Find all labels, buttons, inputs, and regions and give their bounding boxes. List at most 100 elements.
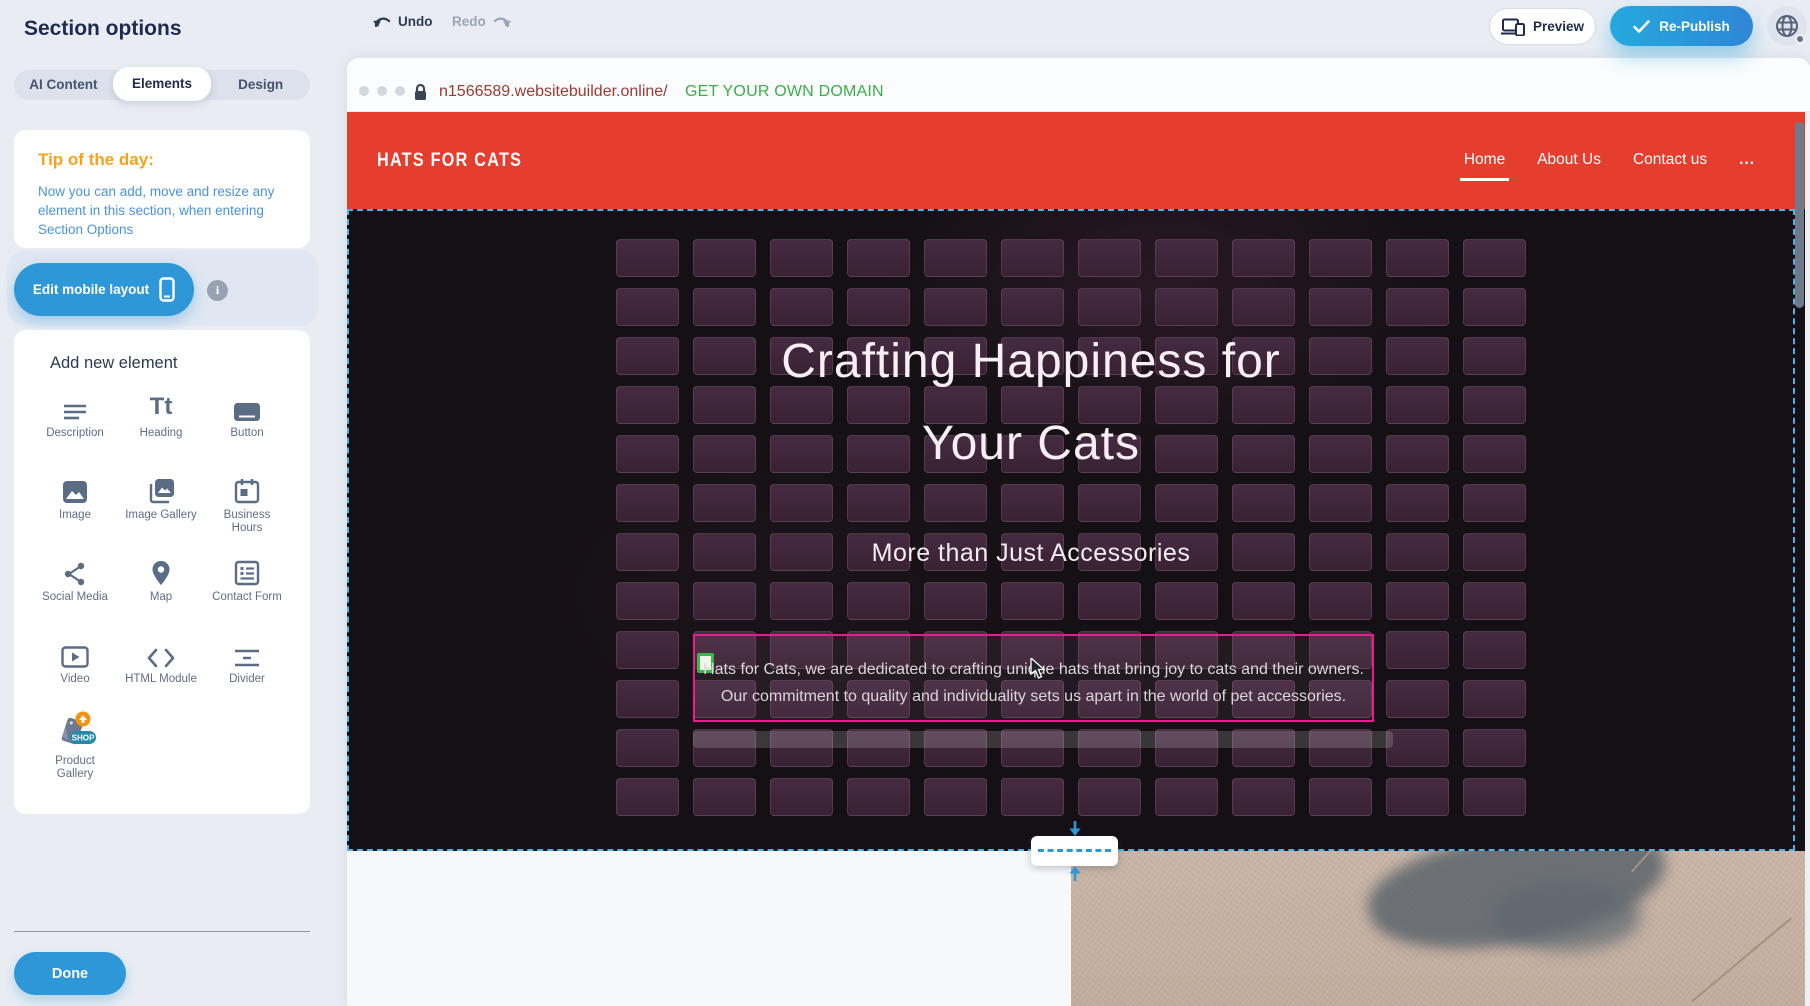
hero-tile bbox=[1078, 484, 1141, 522]
element-label: Divider bbox=[229, 673, 265, 686]
nav-home[interactable]: Home bbox=[1464, 151, 1505, 171]
element-label: Image bbox=[59, 509, 91, 522]
republish-button[interactable]: Re-Publish bbox=[1610, 6, 1753, 46]
undo-label: Undo bbox=[398, 14, 433, 29]
hero-description: Hats for Cats, we are dedicated to craft… bbox=[695, 656, 1372, 710]
done-button[interactable]: Done bbox=[14, 952, 126, 995]
element-image-gallery[interactable]: Image Gallery bbox=[118, 468, 204, 536]
hero-tile bbox=[1386, 631, 1449, 669]
hero-tile bbox=[1232, 239, 1295, 277]
tab-ai-content[interactable]: AI Content bbox=[14, 70, 113, 100]
window-control-dots bbox=[359, 86, 405, 96]
tip-of-the-day-card: Tip of the day: Now you can add, move an… bbox=[14, 130, 310, 248]
hero-tile bbox=[1078, 239, 1141, 277]
preview-label: Preview bbox=[1533, 19, 1584, 34]
undo-icon bbox=[372, 15, 391, 29]
section-resize-handle[interactable] bbox=[1031, 836, 1118, 866]
element-business-hours[interactable]: Business Hours bbox=[204, 468, 290, 536]
hero-heading[interactable]: Crafting Happiness for Your Cats bbox=[347, 321, 1755, 485]
contact-form-icon bbox=[234, 550, 260, 586]
element-html-module[interactable]: HTML Module bbox=[118, 632, 204, 700]
hero-tile bbox=[693, 778, 756, 816]
hero-tile bbox=[1386, 484, 1449, 522]
hero-tile bbox=[616, 631, 679, 669]
element-product-gallery[interactable]: SHOP Product Gallery bbox=[32, 714, 118, 782]
hero-tile bbox=[1078, 582, 1141, 620]
preview-scrollbar-thumb[interactable] bbox=[1795, 122, 1804, 308]
element-grid: Description Tt Heading Button Ima bbox=[32, 386, 292, 782]
arrow-up-icon bbox=[1068, 865, 1082, 881]
add-new-element-card: Add new element Description Tt Heading bbox=[14, 330, 310, 814]
site-nav: Home About Us Contact us ... bbox=[1464, 151, 1755, 171]
url-text[interactable]: n1566589.websitebuilder.online/ bbox=[439, 83, 668, 101]
republish-label: Re-Publish bbox=[1659, 19, 1730, 34]
language-globe-button[interactable] bbox=[1767, 6, 1807, 46]
tab-elements[interactable]: Elements bbox=[113, 67, 212, 101]
element-heading[interactable]: Tt Heading bbox=[118, 386, 204, 454]
edit-mobile-layout-button[interactable]: Edit mobile layout bbox=[14, 263, 194, 316]
cat-shadow bbox=[1491, 881, 1641, 951]
nav-more-menu[interactable]: ... bbox=[1739, 151, 1755, 171]
element-video[interactable]: Video bbox=[32, 632, 118, 700]
html-module-icon bbox=[147, 632, 175, 668]
hero-tile bbox=[1155, 484, 1218, 522]
hero-subheading[interactable]: More than Just Accessories bbox=[347, 539, 1755, 568]
button-icon bbox=[233, 386, 261, 422]
nav-about-us[interactable]: About Us bbox=[1537, 151, 1601, 171]
hero-tile bbox=[1309, 239, 1372, 277]
site-logo[interactable]: HATS FOR CATS bbox=[377, 150, 522, 172]
divider-icon bbox=[233, 632, 261, 668]
window-dot bbox=[377, 86, 387, 96]
preview-right-gutter bbox=[1805, 112, 1810, 1006]
hero-tile bbox=[1001, 582, 1064, 620]
element-label: HTML Module bbox=[125, 673, 197, 686]
hero-tile bbox=[693, 582, 756, 620]
hero-tile bbox=[1463, 484, 1526, 522]
hero-tile bbox=[924, 778, 987, 816]
hero-section[interactable]: Crafting Happiness for Your Cats More th… bbox=[347, 209, 1805, 851]
element-map[interactable]: Map bbox=[118, 550, 204, 618]
hero-heading-line2: Your Cats bbox=[347, 403, 1755, 485]
hero-tile bbox=[847, 582, 910, 620]
hero-tile bbox=[1155, 239, 1218, 277]
element-label: Heading bbox=[140, 427, 183, 440]
element-button[interactable]: Button bbox=[204, 386, 290, 454]
hero-tile bbox=[1386, 239, 1449, 277]
tip-body: Now you can add, move and resize any ele… bbox=[38, 182, 290, 239]
get-your-own-domain-link[interactable]: GET YOUR OWN DOMAIN bbox=[685, 83, 884, 101]
tab-design[interactable]: Design bbox=[211, 70, 310, 100]
hero-tile bbox=[924, 484, 987, 522]
page-title: Section options bbox=[24, 17, 182, 41]
resize-handle-dash bbox=[1038, 849, 1111, 852]
preview-button[interactable]: Preview bbox=[1489, 8, 1596, 45]
description-icon bbox=[62, 386, 88, 422]
hero-tile bbox=[1078, 778, 1141, 816]
globe-status-dot bbox=[1795, 34, 1805, 44]
element-label: Social Media bbox=[42, 591, 108, 604]
heading-icon: Tt bbox=[150, 386, 173, 422]
hero-tile bbox=[1463, 778, 1526, 816]
next-section-image bbox=[1071, 851, 1805, 1006]
element-label: Contact Form bbox=[212, 591, 282, 604]
description-shadow-strip bbox=[693, 731, 1393, 748]
info-icon[interactable]: i bbox=[207, 280, 228, 301]
hero-tile bbox=[1001, 778, 1064, 816]
nav-contact-us[interactable]: Contact us bbox=[1633, 151, 1707, 171]
paving-seam bbox=[1691, 917, 1792, 1002]
element-description[interactable]: Description bbox=[32, 386, 118, 454]
hero-tile bbox=[616, 239, 679, 277]
hero-tile bbox=[847, 239, 910, 277]
element-divider[interactable]: Divider bbox=[204, 632, 290, 700]
hero-tile bbox=[693, 484, 756, 522]
selected-description-element[interactable]: Hats for Cats, we are dedicated to craft… bbox=[693, 634, 1374, 722]
hero-tile bbox=[1386, 729, 1449, 767]
hero-tile bbox=[770, 778, 833, 816]
element-contact-form[interactable]: Contact Form bbox=[204, 550, 290, 618]
redo-button[interactable]: Redo bbox=[452, 14, 512, 29]
element-social-media[interactable]: Social Media bbox=[32, 550, 118, 618]
element-label: Business Hours bbox=[210, 509, 284, 535]
hero-tile bbox=[924, 582, 987, 620]
undo-button[interactable]: Undo bbox=[372, 14, 433, 29]
element-image[interactable]: Image bbox=[32, 468, 118, 536]
app: Section options AI Content Elements Desi… bbox=[0, 0, 1810, 1006]
